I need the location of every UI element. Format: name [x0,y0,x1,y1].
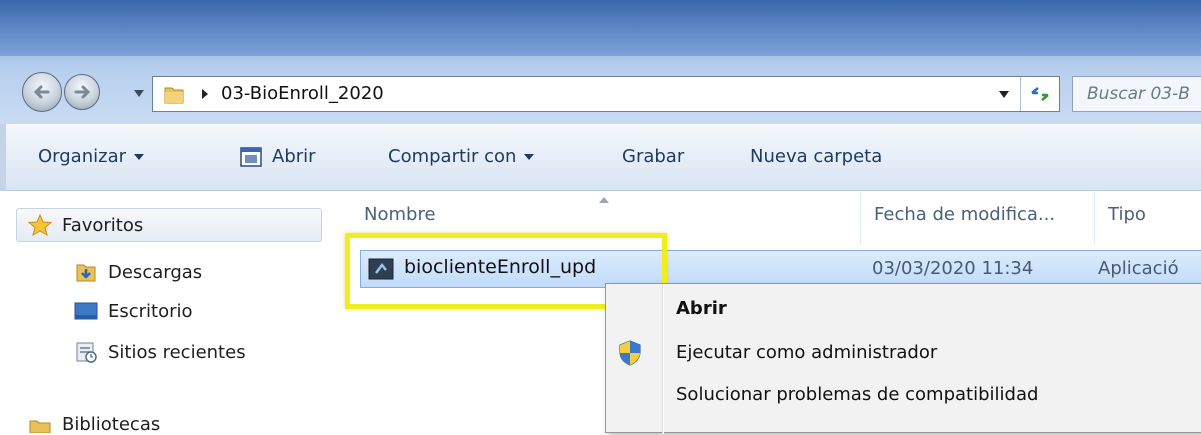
context-menu: Abrir Ejecutar como administrador Soluci… [605,283,1201,434]
chevron-down-icon [524,153,535,160]
downloads-folder-icon [76,264,96,282]
libraries-label: Bibliotecas [62,414,161,435]
organize-label: Organizar [38,146,126,167]
folder-icon [164,87,184,104]
uac-shield-icon [619,340,641,366]
open-button[interactable]: Abrir [240,146,316,167]
back-button[interactable] [22,72,62,112]
menu-item-troubleshoot-compatibility[interactable]: Solucionar problemas de compatibilidad [676,384,1038,405]
sidebar-item-descargas[interactable]: Descargas [74,260,202,284]
address-bar[interactable]: 03-BioEnroll_2020 [152,76,1060,112]
breadcrumb-path[interactable]: 03-BioEnroll_2020 [221,83,384,104]
menu-item-run-as-admin[interactable]: Ejecutar como administrador [676,342,937,363]
share-with-button[interactable]: Compartir con [388,146,535,167]
chevron-down-icon [134,90,144,97]
search-placeholder: Buscar 03-B [1087,84,1190,104]
new-folder-label: Nueva carpeta [750,146,883,167]
organize-button[interactable]: Organizar [38,146,144,167]
sidebar-item-label: Descargas [108,261,203,283]
libraries-icon [29,420,51,433]
forward-button[interactable] [64,74,100,110]
new-folder-button[interactable]: Nueva carpeta [750,146,882,167]
refresh-icon [1031,87,1049,101]
column-header-type[interactable]: Tipo [1108,204,1146,225]
file-type: Aplicació [1098,258,1179,279]
file-date: 03/03/2020 11:34 [872,258,1034,279]
search-input[interactable]: Buscar 03-B [1072,76,1201,112]
sort-ascending-icon [599,197,609,203]
open-label: Abrir [272,146,316,167]
column-header-name[interactable]: Nombre [364,204,436,225]
back-arrow-icon [33,85,50,99]
chevron-down-icon [134,153,144,160]
burn-button[interactable]: Grabar [622,146,684,167]
desktop-icon [74,302,98,320]
sidebar-item-label: Sitios recientes [108,341,246,363]
sidebar-item-escritorio[interactable]: Escritorio [74,300,193,322]
column-divider[interactable] [860,192,861,244]
recent-places-icon [76,342,97,363]
open-app-icon [240,146,262,167]
favorites-label: Favoritos [62,214,144,236]
burn-label: Grabar [622,146,685,167]
sidebar-item-bibliotecas[interactable]: Bibliotecas [28,414,160,435]
sidebar-item-label: Escritorio [108,300,193,322]
menu-item-abrir[interactable]: Abrir [676,298,727,319]
menu-gutter-highlight [663,284,664,434]
sidebar-item-sitios-recientes[interactable]: Sitios recientes [74,340,246,364]
recent-pages-button[interactable] [130,86,148,102]
share-label: Compartir con [388,146,517,167]
address-dropdown-icon[interactable] [999,91,1009,99]
command-bar: Organizar Abrir Compartir con Grabar Nue… [0,124,1201,191]
breadcrumb-separator-icon[interactable] [200,87,210,101]
forward-arrow-icon [74,85,91,99]
star-icon [28,214,52,236]
titlebar-shine [0,0,1201,56]
column-divider[interactable] [1094,192,1095,244]
refresh-button[interactable] [1020,77,1059,111]
column-header-date[interactable]: Fecha de modifica... [874,204,1055,225]
sidebar-item-favorites[interactable]: Favoritos [28,214,143,236]
